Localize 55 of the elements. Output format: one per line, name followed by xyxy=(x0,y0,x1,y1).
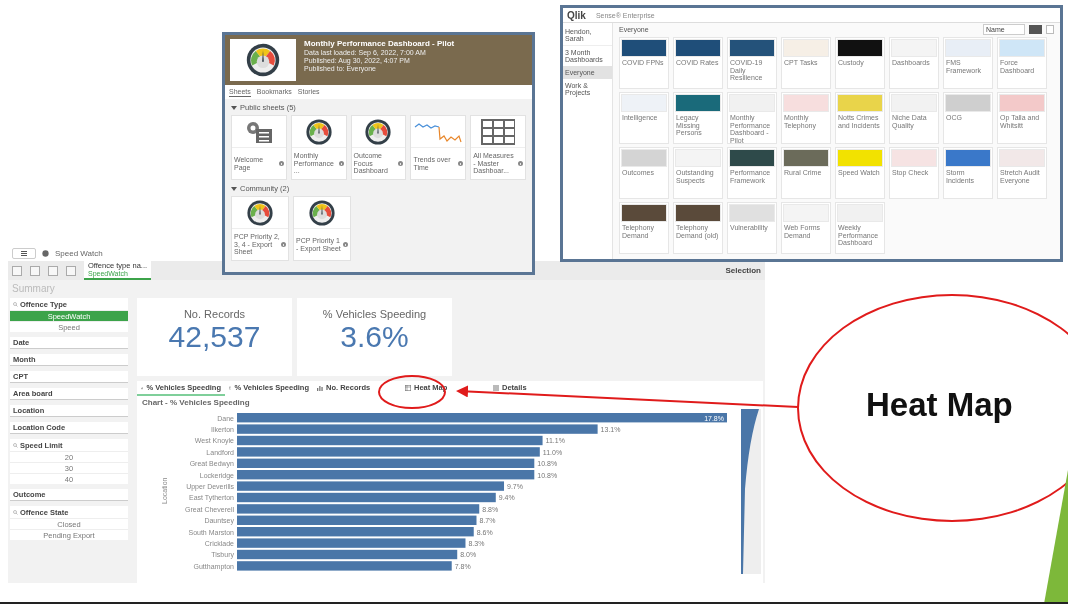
bar[interactable] xyxy=(237,492,496,503)
toolbar-button[interactable] xyxy=(12,265,22,276)
list-icon xyxy=(493,384,499,391)
list-view-button[interactable] xyxy=(1046,25,1054,34)
bar[interactable] xyxy=(237,458,535,468)
bar[interactable] xyxy=(237,424,598,434)
search-icon xyxy=(13,442,18,448)
chart-scrollbar[interactable] xyxy=(741,409,761,574)
bar[interactable] xyxy=(237,413,727,423)
kpi-grid-icon xyxy=(481,118,516,145)
bar[interactable] xyxy=(237,447,540,457)
menu-button[interactable] xyxy=(12,247,36,259)
gauge-icon xyxy=(245,42,281,78)
bar-chart-icon xyxy=(317,384,323,391)
bar[interactable] xyxy=(237,481,504,491)
caret-icon[interactable] xyxy=(231,105,237,110)
app-name: Speed Watch xyxy=(55,248,103,258)
search-icon xyxy=(13,301,18,307)
info-icon[interactable] xyxy=(458,161,464,166)
info-icon[interactable] xyxy=(343,242,348,247)
logo: Qlik xyxy=(567,9,586,21)
info-icon[interactable] xyxy=(398,161,404,166)
info-icon[interactable] xyxy=(518,161,523,166)
info-icon[interactable] xyxy=(281,242,286,247)
kpi-value: 42,537 xyxy=(168,320,261,354)
bar[interactable] xyxy=(237,515,477,525)
gauge-icon xyxy=(246,198,274,227)
toolbar-button[interactable] xyxy=(48,265,58,276)
bar[interactable] xyxy=(237,527,474,537)
bar[interactable] xyxy=(237,504,480,514)
gauge-icon xyxy=(308,198,336,227)
kpi-label: No. Records xyxy=(183,308,246,320)
bar[interactable] xyxy=(237,561,452,571)
bar[interactable] xyxy=(237,470,535,480)
caret-icon[interactable] xyxy=(231,186,237,191)
highlight-ellipse xyxy=(378,375,446,409)
table-icon xyxy=(405,384,411,391)
info-icon[interactable] xyxy=(338,161,344,166)
menu-icon xyxy=(21,250,27,256)
bar[interactable] xyxy=(237,538,466,548)
globe-icon xyxy=(42,249,49,257)
app-title: Monthly Performance Dashboard - Pilot xyxy=(304,39,455,48)
kpi-value: 3.6% xyxy=(340,320,409,354)
toolbar-button[interactable] xyxy=(66,265,76,276)
kpi-label: % Vehicles Speeding xyxy=(322,308,427,320)
info-icon[interactable] xyxy=(278,161,284,166)
chart-title: Chart - % Vehicles Speeding xyxy=(141,397,251,409)
toolbar-button[interactable] xyxy=(30,265,40,276)
bar[interactable] xyxy=(237,549,458,560)
gauge-icon xyxy=(364,117,393,146)
selections-label[interactable]: Selection xyxy=(725,266,761,275)
gauge-icon xyxy=(304,117,333,146)
search-icon xyxy=(13,509,18,515)
bar[interactable] xyxy=(237,435,543,446)
callout-text: Heat Map xyxy=(866,386,1013,424)
